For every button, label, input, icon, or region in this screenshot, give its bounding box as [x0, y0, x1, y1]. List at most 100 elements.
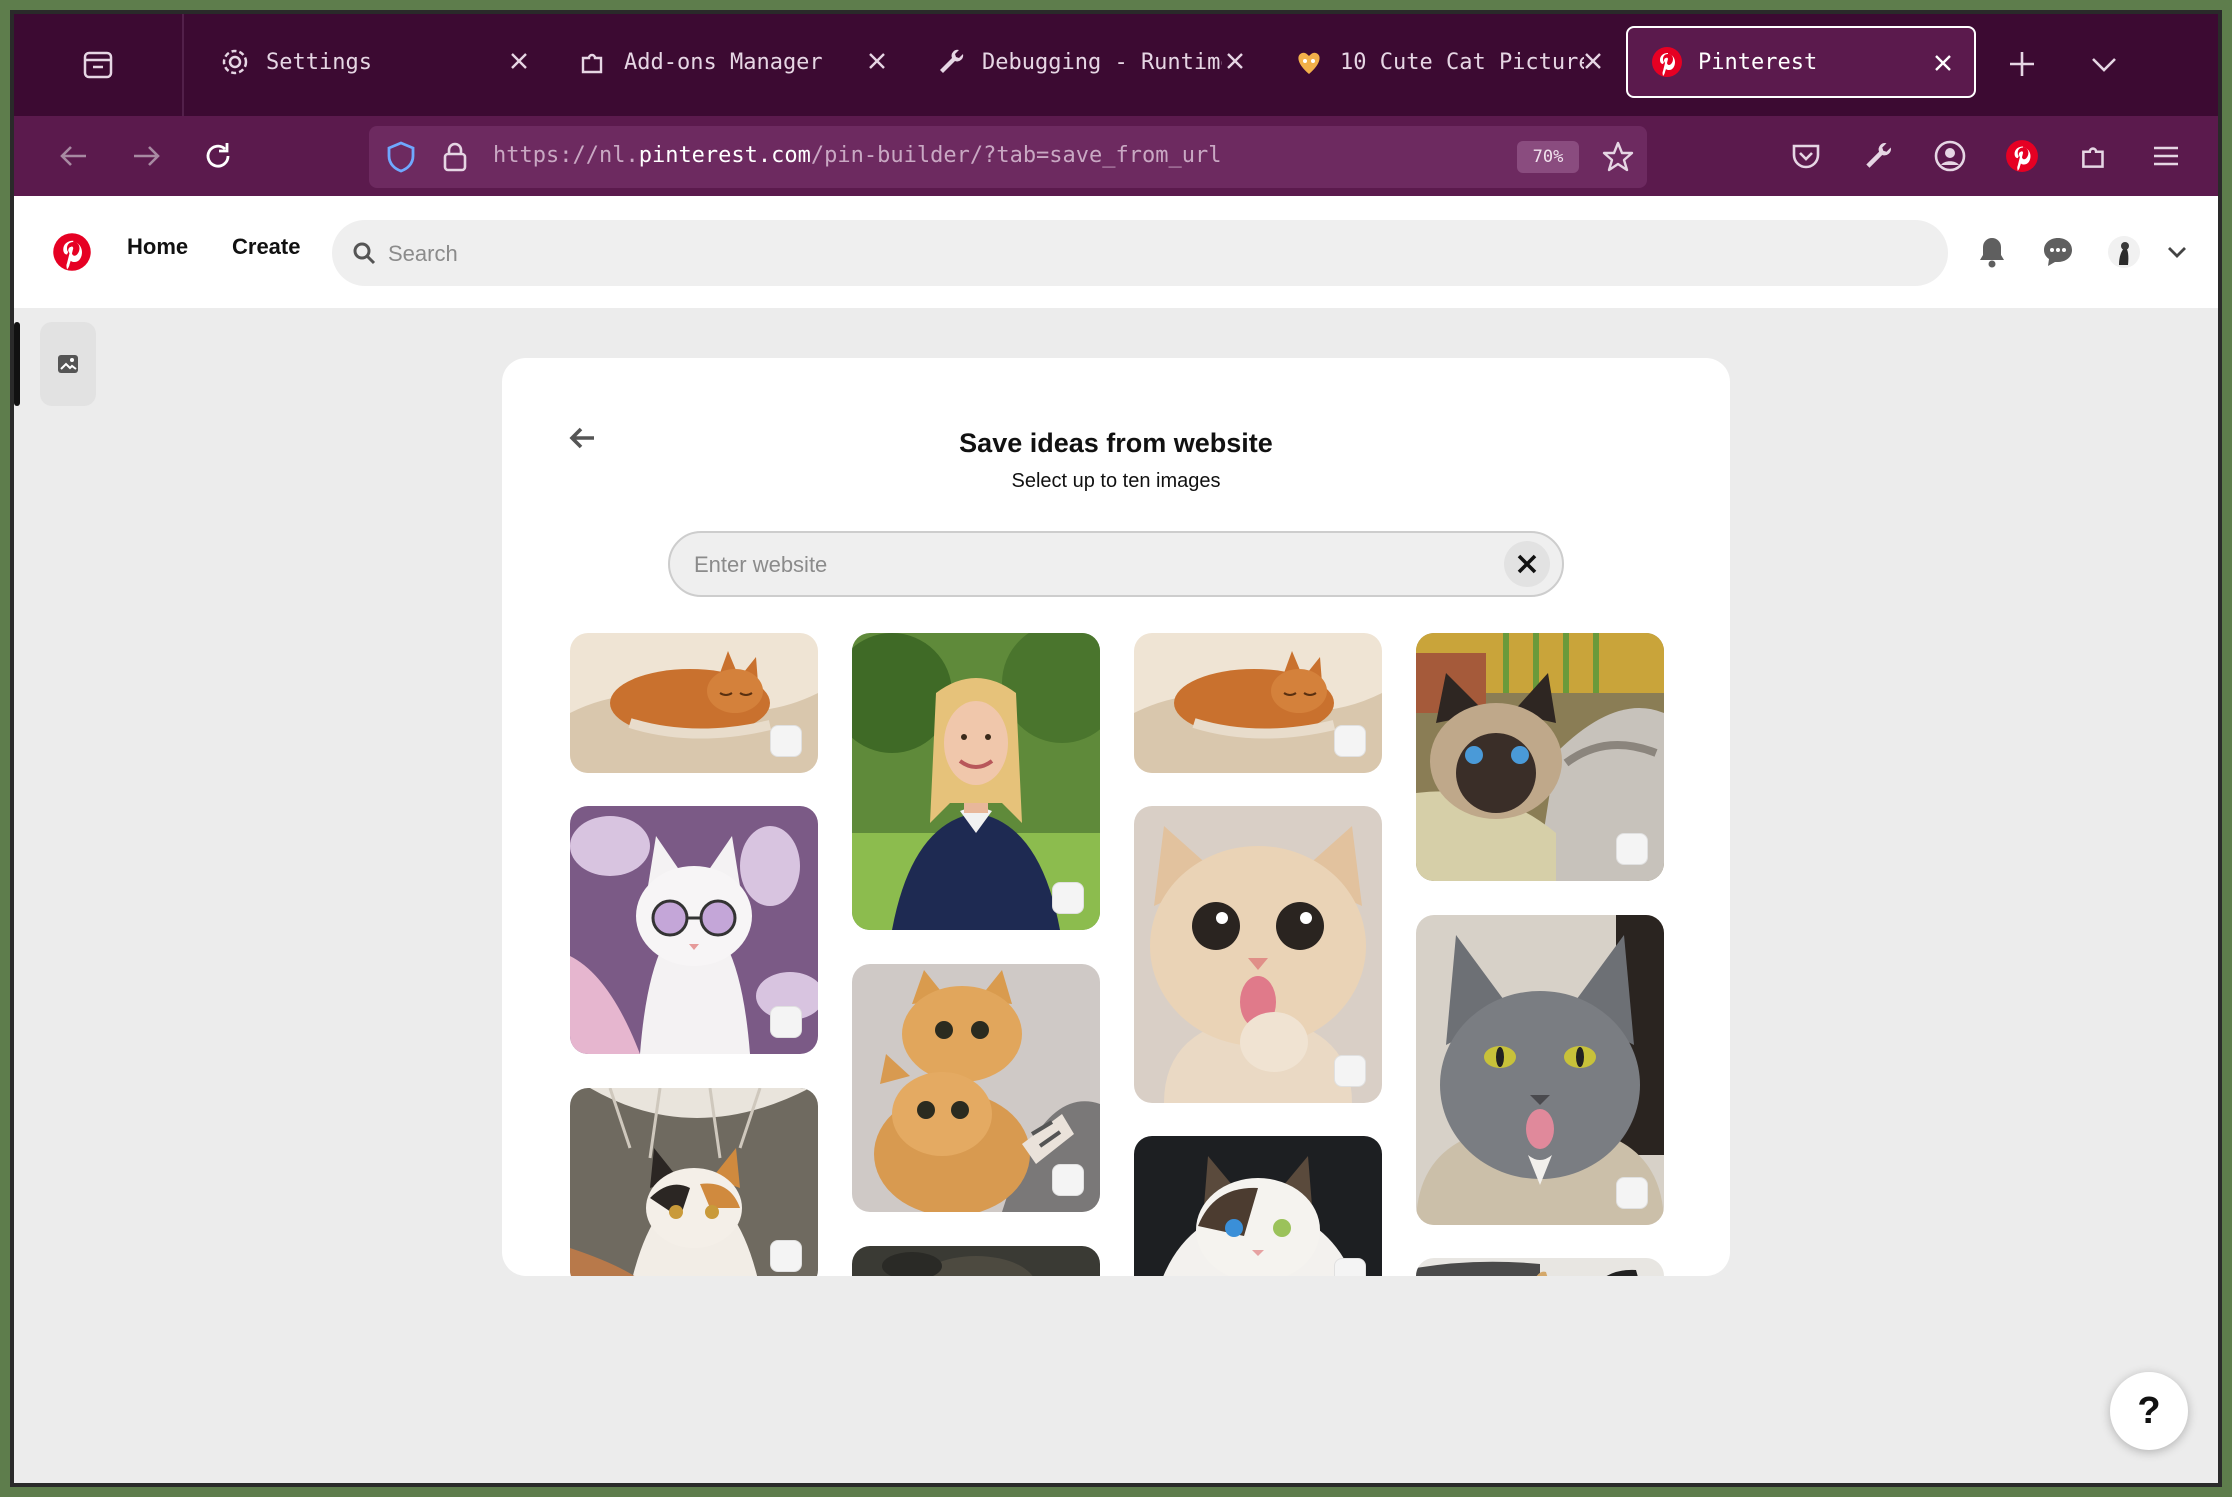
chevron-down-icon [2092, 58, 2116, 72]
tab-overview-icon [83, 51, 113, 79]
new-tab-button[interactable] [2002, 44, 2042, 84]
close-tab-icon[interactable] [1578, 46, 1608, 76]
close-tab-icon[interactable] [862, 46, 892, 76]
tab-label: Pinterest [1698, 49, 1818, 75]
search-input[interactable]: Search [388, 241, 458, 267]
image-tile-two-ginger-cats[interactable] [852, 964, 1100, 1212]
tab-label: Settings [266, 49, 372, 75]
navigation-toolbar: https://nl.pinterest.com/pin-builder/?ta… [14, 116, 2218, 196]
tab-settings[interactable]: Settings [196, 26, 550, 98]
close-tab-icon[interactable] [504, 46, 534, 76]
browser-window: Settings Add-ons Manager Debugging - Run… [10, 10, 2222, 1487]
image-select-checkbox[interactable] [1616, 833, 1648, 865]
reload-icon [206, 143, 230, 168]
bell-icon [1980, 238, 2004, 268]
tab-overview-button[interactable] [14, 14, 184, 116]
account-button[interactable] [1928, 134, 1972, 178]
url-path: /pin-builder/?tab=save_from_url [810, 143, 1222, 168]
puzzle-icon [576, 45, 610, 79]
image-select-checkbox[interactable] [1334, 1055, 1366, 1087]
wrench-icon [1866, 143, 1891, 168]
image-select-checkbox[interactable] [770, 1006, 802, 1038]
image-tile-grey-cat-tongue[interactable] [1416, 915, 1664, 1225]
tab-cute-cat-pictures[interactable]: 10 Cute Cat Pictures [1270, 26, 1624, 98]
puzzle-icon [2082, 147, 2104, 168]
clear-input-button[interactable] [1504, 541, 1550, 587]
gear-icon [218, 45, 252, 79]
image-select-checkbox[interactable] [1052, 1164, 1084, 1196]
image-tile-partial-2[interactable] [1416, 1258, 1664, 1276]
nav-home[interactable]: Home [127, 234, 188, 260]
arrow-left-icon [60, 146, 86, 166]
zoom-level-badge[interactable]: 70% [1517, 141, 1579, 173]
list-all-tabs-button[interactable] [2084, 44, 2124, 84]
image-tile-siamese-cat[interactable] [1416, 633, 1664, 881]
image-select-checkbox[interactable] [1052, 882, 1084, 914]
image-select-checkbox[interactable] [1616, 1177, 1648, 1209]
pinterest-icon [2006, 140, 2038, 172]
wrench-icon [934, 45, 968, 79]
tab-label: Debugging - Runtime [982, 49, 1222, 75]
close-tab-icon[interactable] [1928, 48, 1958, 78]
help-button[interactable]: ? [2110, 1372, 2188, 1450]
image-tile-ginger-cat-licking[interactable] [1134, 806, 1382, 1103]
search-bar[interactable]: Search [332, 220, 1948, 286]
tracking-protection-shield-icon[interactable] [385, 140, 417, 178]
bookmark-star-icon[interactable] [1601, 140, 1635, 178]
notifications-button[interactable] [1972, 232, 2012, 272]
avatar[interactable] [2104, 232, 2144, 272]
account-icon [1934, 140, 1966, 172]
side-rail-active-indicator [14, 322, 20, 406]
chevron-down-icon [2168, 247, 2186, 258]
pinterest-logo[interactable] [52, 232, 92, 272]
pocket-icon [1792, 144, 1820, 169]
arrow-right-icon [134, 146, 160, 166]
website-input[interactable] [694, 547, 1474, 583]
image-tile-white-cat-sunglasses[interactable] [570, 806, 818, 1054]
forward-button[interactable] [124, 134, 168, 178]
tab-label: 10 Cute Cat Pictures [1340, 49, 1584, 75]
close-icon [1517, 554, 1537, 574]
image-tile-calico-cat[interactable] [570, 1088, 818, 1276]
image-icon [58, 355, 78, 373]
lock-icon[interactable] [441, 140, 469, 178]
image-select-checkbox[interactable] [1334, 725, 1366, 757]
pinterest-header: Home Create Search [14, 196, 2218, 308]
url-text[interactable]: https://nl.pinterest.com/pin-builder/?ta… [493, 143, 1222, 168]
card-title: Save ideas from website [959, 428, 1273, 458]
url-bar[interactable]: https://nl.pinterest.com/pin-builder/?ta… [369, 126, 1647, 188]
tab-addons-manager[interactable]: Add-ons Manager [554, 26, 908, 98]
pinterest-extension-button[interactable] [2000, 134, 2044, 178]
messages-button[interactable] [2038, 232, 2078, 272]
image-select-checkbox[interactable] [1334, 1258, 1366, 1276]
reload-button[interactable] [196, 134, 240, 178]
tab-pinterest[interactable]: Pinterest [1626, 26, 1976, 98]
website-input-wrapper [668, 531, 1564, 597]
cat-heart-icon [1292, 45, 1326, 79]
pinterest-icon [1650, 45, 1684, 79]
image-tile-partial[interactable] [852, 1246, 1100, 1276]
app-menu-button[interactable] [2144, 134, 2188, 178]
nav-create[interactable]: Create [232, 234, 300, 260]
tab-debugging-runtime[interactable]: Debugging - Runtime [912, 26, 1266, 98]
chat-bubble-icon [2044, 238, 2072, 266]
back-button[interactable] [52, 134, 96, 178]
plus-icon [2010, 52, 2034, 76]
image-tile-woman-portrait[interactable] [852, 633, 1100, 930]
image-tile-fluffy-heterochromia-cat[interactable] [1134, 1136, 1382, 1276]
side-rail-image-button[interactable] [40, 322, 96, 406]
save-from-website-card: Save ideas from website Select up to ten… [502, 358, 1730, 1276]
developer-tools-button[interactable] [1856, 134, 1900, 178]
image-select-checkbox[interactable] [770, 725, 802, 757]
tab-label: Add-ons Manager [624, 49, 823, 75]
tab-strip: Settings Add-ons Manager Debugging - Run… [14, 14, 2218, 116]
close-tab-icon[interactable] [1220, 46, 1250, 76]
extensions-button[interactable] [2072, 134, 2116, 178]
image-tile-sleeping-ginger-cat-2[interactable] [1134, 633, 1382, 773]
pocket-button[interactable] [1784, 134, 1828, 178]
card-subtitle: Select up to ten images [1011, 470, 1221, 492]
url-prefix: https://nl. [493, 143, 639, 168]
image-tile-sleeping-ginger-cat[interactable] [570, 633, 818, 773]
image-select-checkbox[interactable] [770, 1240, 802, 1272]
account-options-button[interactable] [2162, 232, 2192, 272]
